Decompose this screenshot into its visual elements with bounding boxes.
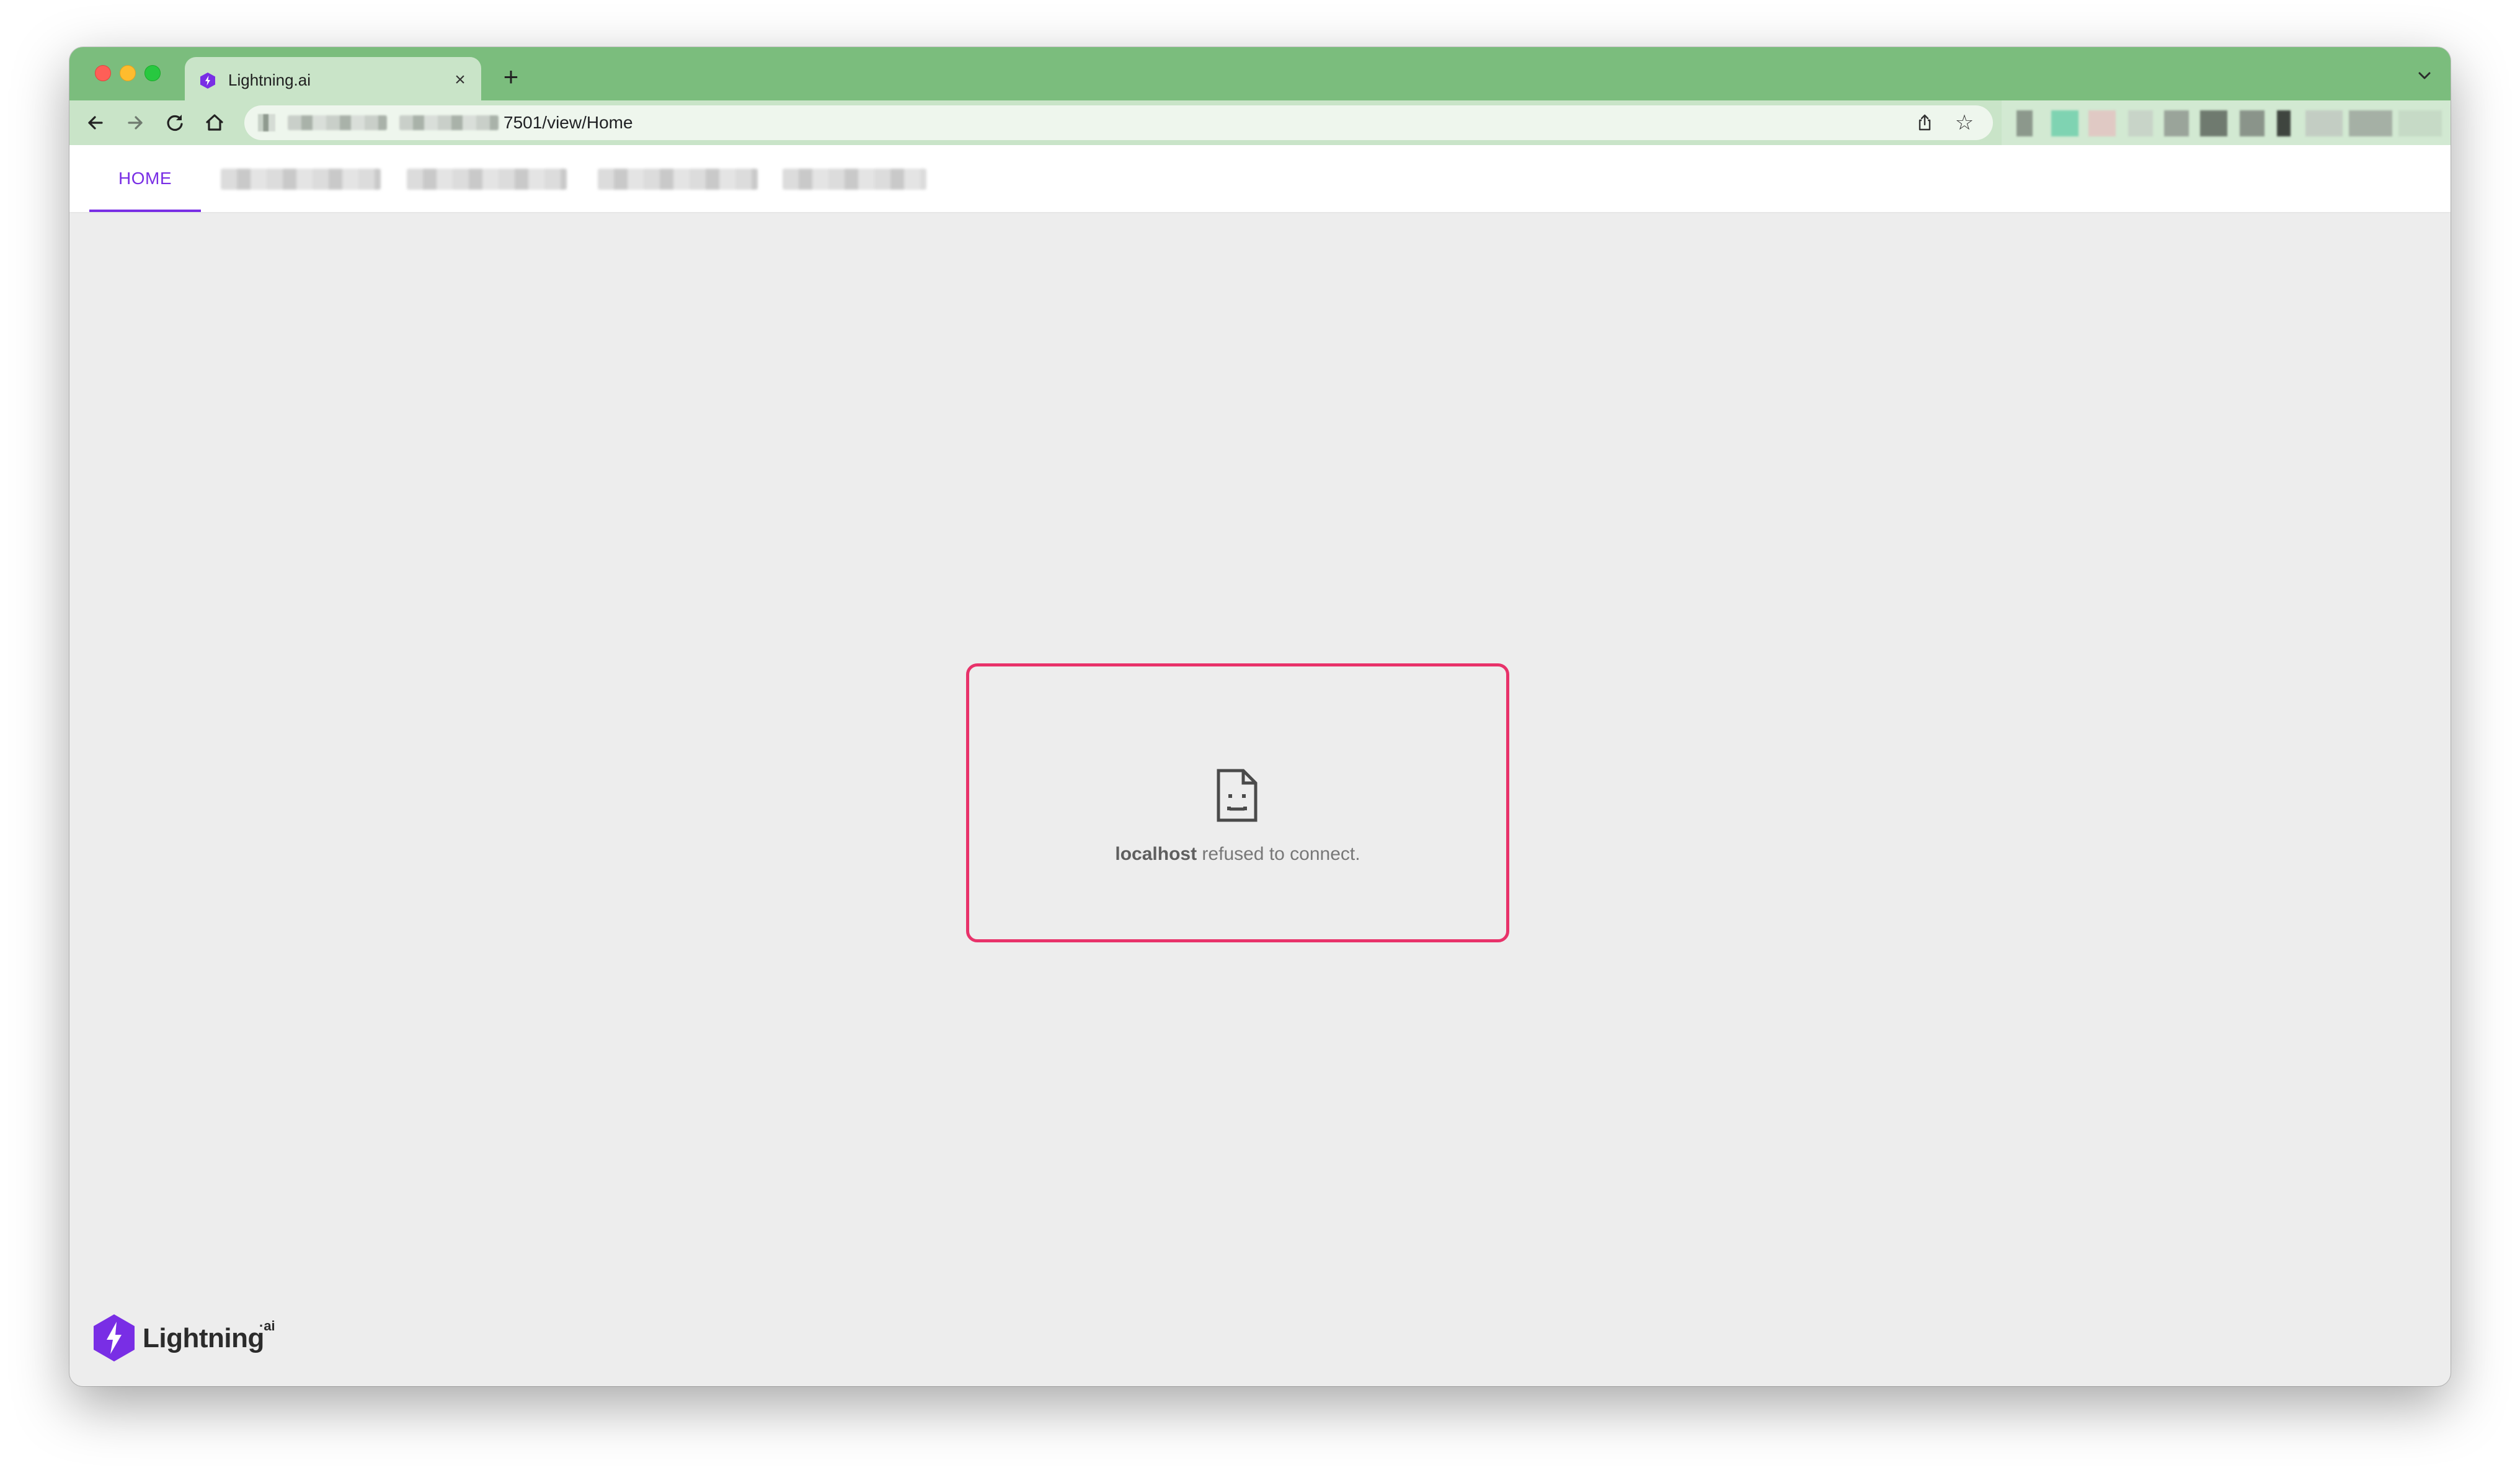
maximize-window-button[interactable] bbox=[144, 65, 161, 81]
extension-icon[interactable] bbox=[2305, 110, 2343, 136]
home-icon bbox=[206, 114, 223, 131]
extension-icon[interactable] bbox=[2164, 110, 2189, 136]
lightning-hexagon-icon bbox=[200, 73, 215, 89]
connection-error-panel: localhost refused to connect. bbox=[966, 663, 1509, 942]
back-button[interactable] bbox=[83, 110, 108, 135]
home-button[interactable] bbox=[202, 110, 227, 135]
reload-icon bbox=[167, 115, 183, 131]
browser-toolbar: 7501/view/Home ☆ bbox=[69, 100, 2451, 145]
extension-icon[interactable] bbox=[2240, 110, 2265, 136]
forward-button[interactable] bbox=[123, 110, 148, 135]
app-nav-bar: HOME bbox=[69, 145, 2451, 212]
new-tab-button[interactable]: + bbox=[497, 63, 525, 91]
back-arrow-icon bbox=[88, 116, 103, 130]
extension-icon[interactable] bbox=[2398, 110, 2442, 136]
close-window-button[interactable] bbox=[95, 65, 111, 81]
redacted-url-part bbox=[288, 115, 387, 130]
error-message-text: refused to connect. bbox=[1197, 844, 1360, 864]
extension-icon[interactable] bbox=[2128, 110, 2153, 136]
url-text: 7501/view/Home bbox=[504, 113, 633, 132]
extension-icon[interactable] bbox=[2349, 110, 2392, 136]
forward-arrow-icon bbox=[128, 116, 143, 130]
redacted-tab[interactable] bbox=[407, 169, 567, 190]
redacted-tab[interactable] bbox=[598, 169, 758, 190]
close-tab-icon[interactable]: × bbox=[449, 69, 471, 91]
chevron-down-icon[interactable] bbox=[2415, 66, 2434, 86]
error-host: localhost bbox=[1115, 844, 1197, 864]
sad-document-icon bbox=[1217, 769, 1258, 822]
redacted-url-part bbox=[399, 115, 499, 130]
logo-wordmark: Lightning bbox=[143, 1323, 264, 1353]
extension-icon[interactable] bbox=[2088, 110, 2116, 136]
lightning-logo[interactable]: Lightning ·ai bbox=[92, 1313, 290, 1363]
extension-icon[interactable] bbox=[2200, 110, 2227, 136]
error-message: localhost refused to connect. bbox=[969, 844, 1506, 865]
browser-tab-active[interactable]: Lightning.ai × bbox=[185, 57, 481, 100]
site-info-icon[interactable] bbox=[258, 114, 275, 131]
share-icon[interactable] bbox=[1915, 113, 1935, 133]
extension-icon[interactable] bbox=[2051, 110, 2079, 136]
tab-home[interactable]: HOME bbox=[89, 145, 201, 212]
browser-window: Lightning.ai × + 7501/view/Home ☆ HOME l… bbox=[69, 47, 2451, 1386]
lightning-bolt-icon bbox=[94, 1314, 135, 1361]
extensions-area bbox=[2002, 100, 2451, 145]
bookmark-star-icon[interactable]: ☆ bbox=[1953, 112, 1976, 134]
logo-suffix: ·ai bbox=[259, 1318, 275, 1334]
extension-icon[interactable] bbox=[2277, 110, 2291, 136]
tab-title: Lightning.ai bbox=[228, 71, 311, 89]
address-bar[interactable]: 7501/view/Home ☆ bbox=[244, 105, 1993, 140]
redacted-tab[interactable] bbox=[783, 169, 926, 190]
extension-icon[interactable] bbox=[2016, 110, 2033, 136]
tab-home-label: HOME bbox=[118, 169, 172, 188]
reload-button[interactable] bbox=[162, 110, 187, 135]
minimize-window-button[interactable] bbox=[120, 65, 136, 81]
active-tab-indicator bbox=[89, 210, 201, 212]
redacted-tab[interactable] bbox=[221, 169, 381, 190]
tab-strip: Lightning.ai × + bbox=[69, 47, 2451, 100]
